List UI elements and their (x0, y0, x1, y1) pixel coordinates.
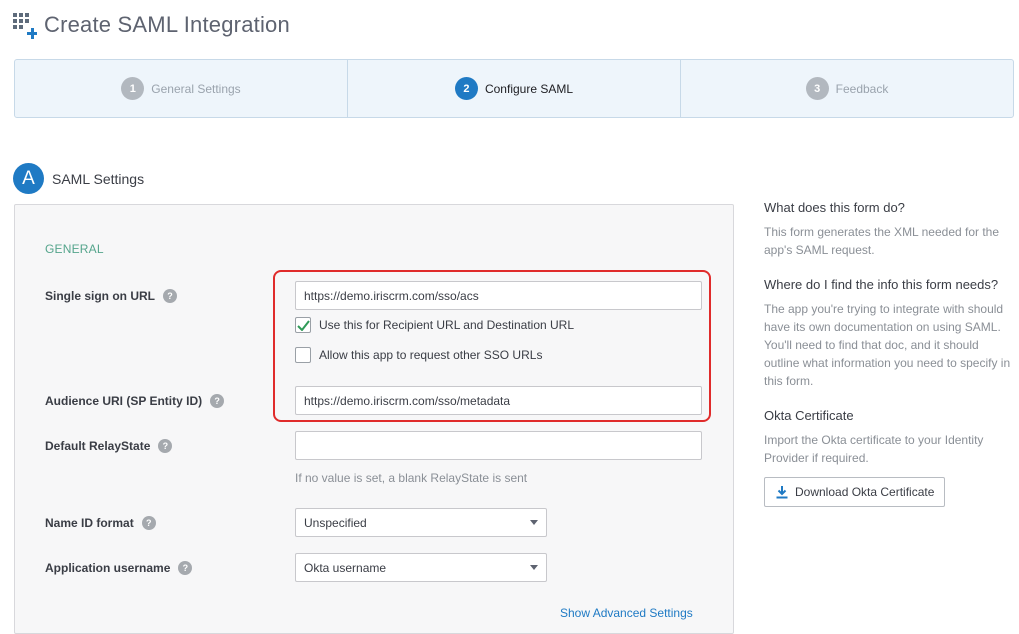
audience-uri-input[interactable] (295, 386, 702, 415)
wizard-steps: 1 General Settings 2 Configure SAML 3 Fe… (14, 59, 1014, 118)
help-answer: This form generates the XML needed for t… (764, 225, 1000, 257)
label-text: Application username (45, 561, 171, 575)
label-text: Name ID format (45, 516, 134, 530)
step-number: 1 (121, 77, 145, 100)
help-icon[interactable]: ? (141, 516, 156, 530)
page-header: Create SAML Integration (13, 10, 290, 40)
help-icon[interactable]: ? (158, 439, 173, 453)
allow-sso-checkbox-row[interactable]: Allow this app to request other SSO URLs (295, 347, 542, 363)
label-app-username: Application username ? (45, 561, 193, 575)
name-id-format-select[interactable]: Unspecified (295, 508, 547, 537)
recipient-url-checkbox[interactable] (295, 317, 311, 333)
select-value: Unspecified (304, 515, 367, 530)
caret-down-icon (530, 520, 538, 525)
relay-state-hint: If no value is set, a blank RelayState i… (295, 471, 528, 485)
app-grid-add-icon (13, 13, 37, 39)
allow-sso-label: Allow this app to request other SSO URLs (319, 348, 543, 362)
help-answer: The app you're trying to integrate with … (764, 302, 1011, 388)
step-label: Feedback (835, 81, 889, 96)
help-question: Where do I find the info this form needs… (764, 277, 999, 292)
app-username-select[interactable]: Okta username (295, 553, 547, 582)
label-text: Single sign on URL (45, 289, 155, 303)
okta-certificate-heading: Okta Certificate (764, 408, 854, 423)
help-question: What does this form do? (764, 200, 905, 215)
recipient-url-checkbox-row[interactable]: Use this for Recipient URL and Destinati… (295, 317, 574, 333)
help-sidebar: What does this form do? This form genera… (764, 200, 1014, 507)
help-icon[interactable]: ? (163, 289, 177, 303)
page-title: Create SAML Integration (44, 12, 290, 37)
okta-certificate-text: Import the Okta certificate to your Iden… (764, 433, 984, 465)
select-value: Okta username (304, 560, 387, 575)
label-text: Default RelayState (45, 439, 151, 453)
caret-down-icon (530, 565, 538, 570)
saml-settings-panel: GENERAL Single sign on URL ? Use this fo… (14, 204, 734, 634)
step-general-settings[interactable]: 1 General Settings (15, 60, 348, 117)
label-relay-state: Default RelayState ? (45, 439, 173, 453)
download-label: Download Okta Certificate (795, 485, 935, 499)
section-badge: A (13, 163, 44, 194)
section-header: A SAML Settings (13, 163, 144, 194)
show-advanced-settings-link[interactable]: Show Advanced Settings (560, 606, 693, 620)
allow-sso-checkbox[interactable] (295, 347, 311, 363)
step-label: Configure SAML (484, 81, 574, 96)
section-title: SAML Settings (52, 170, 145, 187)
group-label-general: GENERAL (45, 242, 104, 256)
label-sso-url: Single sign on URL ? (45, 289, 177, 303)
help-icon[interactable]: ? (178, 561, 193, 575)
checkmark-icon (296, 319, 310, 331)
step-number: 2 (454, 77, 478, 100)
step-number: 3 (805, 77, 829, 100)
label-audience-uri: Audience URI (SP Entity ID) ? (45, 394, 225, 408)
step-label: General Settings (151, 81, 241, 96)
label-text: Audience URI (SP Entity ID) (45, 394, 203, 408)
download-icon (776, 486, 788, 499)
step-feedback[interactable]: 3 Feedback (681, 60, 1013, 117)
download-certificate-button[interactable]: Download Okta Certificate (764, 477, 946, 507)
help-icon[interactable]: ? (210, 394, 225, 408)
sso-url-input[interactable] (295, 281, 702, 310)
step-configure-saml[interactable]: 2 Configure SAML (348, 60, 681, 117)
relay-state-input[interactable] (295, 431, 702, 460)
recipient-url-label: Use this for Recipient URL and Destinati… (319, 318, 575, 332)
label-name-id-format: Name ID format ? (45, 516, 156, 530)
